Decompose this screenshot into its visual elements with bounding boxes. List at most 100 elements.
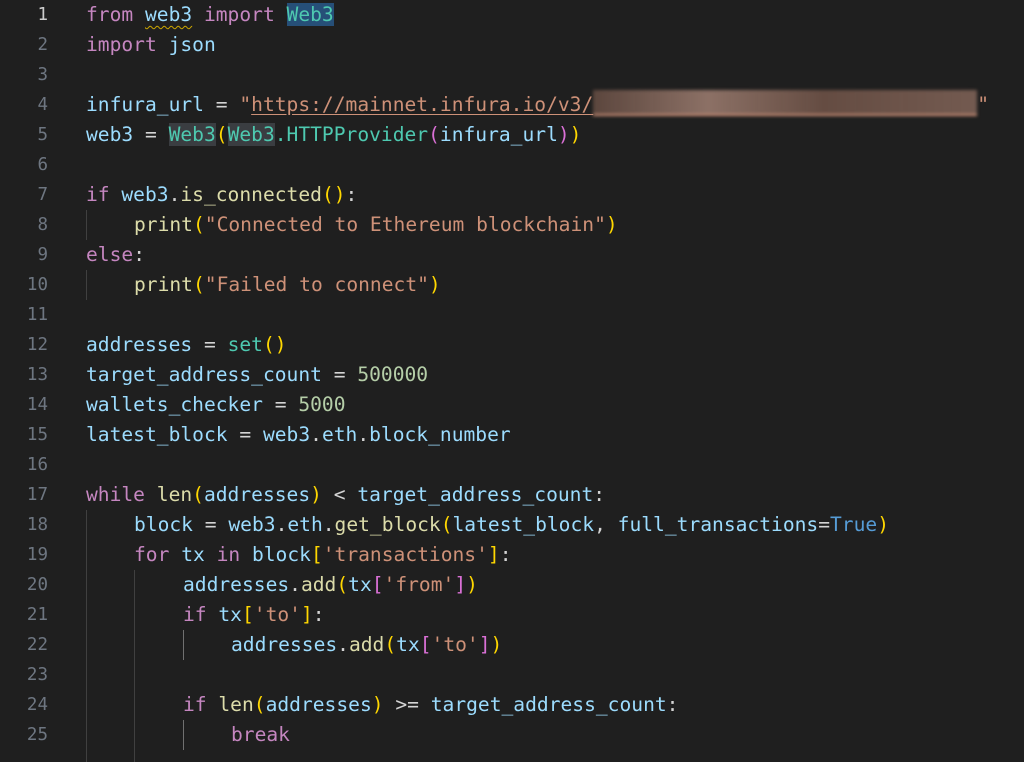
bracket: ): [274, 333, 287, 356]
code-line[interactable]: 12 addresses = set(): [0, 330, 1024, 360]
line-number: 10: [26, 275, 48, 295]
token: if: [183, 603, 207, 626]
code-line[interactable]: 5 web3 = Web3(Web3.HTTPProvider(infura_u…: [0, 120, 1024, 150]
code-line[interactable]: 4 infura_url = "https://mainnet.infura.i…: [0, 90, 1024, 120]
code-line[interactable]: 2 import json: [0, 30, 1024, 60]
token: eth: [287, 513, 323, 536]
bracket: (: [336, 573, 349, 596]
token: 'from': [383, 573, 455, 596]
code-line[interactable]: 11: [0, 300, 1024, 330]
code-line[interactable]: 15 latest_block = web3.eth.block_number: [0, 420, 1024, 450]
indent-guide: [134, 750, 135, 762]
code-text[interactable]: if web3.is_connected():: [86, 180, 357, 210]
token: ": [239, 93, 252, 116]
code-line[interactable]: 22 addresses.add(tx['to']): [0, 630, 1024, 660]
token: 5000: [298, 393, 346, 416]
code-line[interactable]: 23: [0, 660, 1024, 690]
code-text[interactable]: block = web3.eth.get_block(latest_block,…: [134, 510, 889, 540]
code-text[interactable]: import json: [86, 30, 216, 60]
code-line[interactable]: 25 break: [0, 720, 1024, 750]
code-text[interactable]: infura_url = "https://mainnet.infura.io/…: [86, 90, 989, 120]
code-line[interactable]: 18 block = web3.eth.get_block(latest_blo…: [0, 510, 1024, 540]
code-line[interactable]: 24 if len(addresses) >= target_address_c…: [0, 690, 1024, 720]
indent-guide: [134, 600, 135, 630]
line-number: 3: [37, 65, 48, 85]
token: =: [227, 423, 263, 446]
token: json: [168, 33, 216, 56]
code-text[interactable]: addresses = set(): [86, 330, 287, 360]
code-line[interactable]: 3: [0, 60, 1024, 90]
code-line[interactable]: 7 if web3.is_connected():: [0, 180, 1024, 210]
code-text[interactable]: addresses.add(tx['from']): [183, 570, 478, 600]
code-text[interactable]: for tx in block['transactions']:: [134, 540, 512, 570]
indent-guide: [86, 630, 87, 660]
token: in: [216, 543, 241, 566]
token: >=: [383, 693, 431, 716]
code-text[interactable]: wallets_checker = 5000: [86, 390, 346, 420]
code-text[interactable]: print("Connected to Ethereum blockchain"…: [134, 210, 618, 240]
code-text[interactable]: latest_block = web3.eth.block_number: [86, 420, 511, 450]
code-line[interactable]: 16: [0, 450, 1024, 480]
token: =: [818, 513, 831, 536]
token: import: [203, 3, 275, 26]
code-line[interactable]: 10 print("Failed to connect"): [0, 270, 1024, 300]
code-text[interactable]: addresses.add(tx['to']): [231, 630, 502, 660]
indent-guide: [183, 720, 184, 750]
code-editor[interactable]: 1 from web3 import Web3 2 import json 3 …: [0, 0, 1024, 762]
bracket: ): [557, 123, 570, 146]
bracket: ): [371, 693, 384, 716]
code-text[interactable]: target_address_count = 500000: [86, 360, 428, 390]
token: target_address_count: [430, 693, 667, 716]
code-line[interactable]: 1 from web3 import Web3: [0, 0, 1024, 30]
bracket: ]: [478, 633, 491, 656]
token: :: [593, 483, 606, 506]
token: .: [275, 513, 288, 536]
token: tx: [181, 543, 205, 566]
code-text[interactable]: from web3 import Web3: [86, 0, 334, 30]
code-line[interactable]: 21 if tx['to']:: [0, 600, 1024, 630]
code-text[interactable]: break: [231, 720, 290, 750]
code-line[interactable]: 17 while len(addresses) < target_address…: [0, 480, 1024, 510]
token: "Failed to connect": [204, 273, 429, 296]
line-number: 8: [37, 215, 48, 235]
bracket: [: [419, 633, 432, 656]
bracket: ): [333, 183, 346, 206]
code-text[interactable]: web3 = Web3(Web3.HTTPProvider(infura_url…: [86, 120, 581, 150]
token: import: [86, 33, 157, 56]
line-number: 7: [37, 185, 48, 205]
code-line[interactable]: 8 print("Connected to Ethereum blockchai…: [0, 210, 1024, 240]
url-link[interactable]: https://mainnet.infura.io/v3/: [251, 93, 593, 116]
token: 500000: [357, 363, 429, 386]
code-line[interactable]: 6: [0, 150, 1024, 180]
code-text[interactable]: if len(addresses) >= target_address_coun…: [183, 690, 678, 720]
code-text[interactable]: else:: [86, 240, 145, 270]
token: web3: [228, 513, 276, 536]
token: 'to': [253, 603, 301, 626]
token: add: [348, 633, 385, 656]
line-number: 19: [26, 545, 48, 565]
token: :: [666, 693, 679, 716]
token: 'transactions': [322, 543, 488, 566]
token: break: [231, 723, 290, 746]
line-number: 22: [26, 635, 48, 655]
code-text[interactable]: if tx['to']:: [183, 600, 325, 630]
code-text[interactable]: while len(addresses) < target_address_co…: [86, 480, 605, 510]
code-line[interactable]: 19 for tx in block['transactions']:: [0, 540, 1024, 570]
code-text[interactable]: print("Failed to connect"): [134, 270, 441, 300]
token: else: [86, 243, 134, 266]
code-line[interactable]: 14 wallets_checker = 5000: [0, 390, 1024, 420]
token-selected[interactable]: Web3: [286, 3, 334, 26]
token: print: [134, 273, 193, 296]
line-number: 1: [37, 5, 48, 25]
indent-guide: [86, 270, 87, 300]
code-line[interactable]: 9 else:: [0, 240, 1024, 270]
token: addresses: [183, 573, 290, 596]
code-line[interactable]: 13 target_address_count = 500000: [0, 360, 1024, 390]
bracket: ]: [487, 543, 500, 566]
token: .HTTPProvider: [274, 123, 429, 146]
token: .: [322, 513, 335, 536]
token-warning[interactable]: web3: [145, 3, 192, 26]
code-line[interactable]: 20 addresses.add(tx['from']): [0, 570, 1024, 600]
token: addresses: [86, 333, 193, 356]
